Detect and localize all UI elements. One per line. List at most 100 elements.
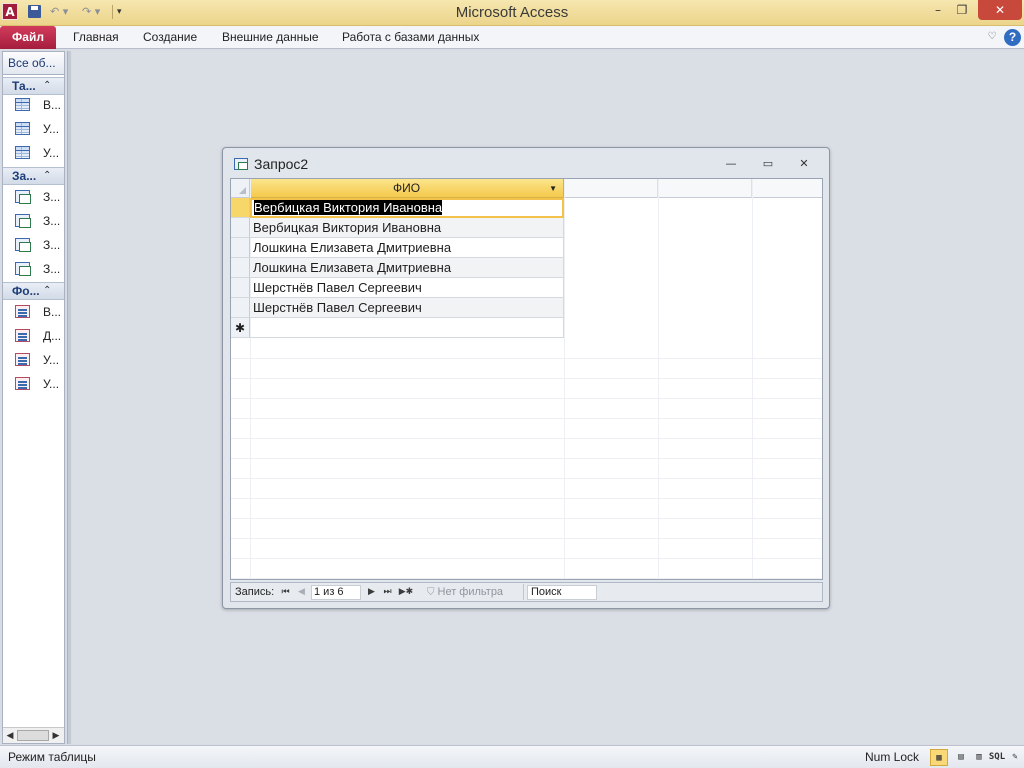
scroll-right-icon[interactable]: ▶ bbox=[51, 730, 61, 741]
tab-file[interactable]: Файл bbox=[0, 26, 56, 49]
nav-item-query[interactable]: З... bbox=[3, 258, 64, 280]
nav-item-table[interactable]: У... bbox=[3, 118, 64, 140]
nav-item-label: З... bbox=[43, 190, 61, 204]
nav-horizontal-scrollbar[interactable]: ◀ ▶ bbox=[3, 727, 64, 743]
nav-item-query[interactable]: З... bbox=[3, 186, 64, 208]
previous-record-icon[interactable]: ◀ bbox=[295, 585, 308, 599]
scroll-thumb[interactable] bbox=[17, 730, 49, 741]
separator bbox=[523, 584, 524, 600]
nav-item-form[interactable]: У... bbox=[3, 373, 64, 395]
new-record-icon[interactable]: ▶✱ bbox=[397, 585, 415, 599]
numlock-indicator: Num Lock bbox=[865, 750, 920, 764]
maximize-button[interactable]: ❐ bbox=[950, 0, 974, 20]
grid-line bbox=[231, 478, 822, 479]
nav-group-label: За... bbox=[12, 169, 37, 183]
empty-column-header bbox=[565, 179, 658, 198]
tab-external-data[interactable]: Внешние данные bbox=[222, 26, 319, 49]
nav-item-table[interactable]: В... bbox=[3, 94, 64, 116]
nav-item-query[interactable]: З... bbox=[3, 210, 64, 232]
filter-dropdown-icon[interactable]: ▼ bbox=[549, 179, 557, 198]
nav-group-tables[interactable]: Та... ⌃ bbox=[3, 77, 64, 95]
query-icon bbox=[15, 190, 31, 204]
design-view-icon[interactable]: ✎ bbox=[1006, 749, 1024, 766]
nav-pane-splitter[interactable] bbox=[67, 51, 71, 744]
table-row[interactable]: Вербицкая Виктория Ивановна bbox=[231, 218, 822, 238]
help-icon[interactable]: ? bbox=[1004, 29, 1021, 46]
row-selector[interactable] bbox=[231, 218, 250, 238]
first-record-icon[interactable]: ⏮ bbox=[279, 585, 292, 599]
column-header-label: ФИО bbox=[392, 181, 421, 195]
table-cell[interactable]: Лошкина Елизавета Дмитриевна bbox=[250, 258, 564, 278]
grid-line bbox=[231, 498, 822, 499]
nav-item-form[interactable]: Д... bbox=[3, 325, 64, 347]
restore-button[interactable]: ▭ bbox=[758, 157, 778, 171]
scroll-left-icon[interactable]: ◀ bbox=[5, 730, 15, 741]
tab-home[interactable]: Главная bbox=[73, 26, 119, 49]
view-mode-status: Режим таблицы bbox=[8, 750, 96, 764]
column-header-fio[interactable]: ФИО ▼ bbox=[250, 179, 564, 198]
table-row[interactable]: Вербицкая Виктория Ивановна bbox=[231, 198, 822, 218]
row-selector[interactable] bbox=[231, 258, 250, 278]
collapse-chevron-icon[interactable]: ⌃ bbox=[43, 168, 51, 184]
grid-line bbox=[231, 378, 822, 379]
cell-value: Вербицкая Виктория Ивановна bbox=[254, 200, 443, 215]
nav-item-label: В... bbox=[43, 305, 62, 319]
datasheet-view-icon[interactable]: ▦ bbox=[930, 749, 948, 766]
row-selector[interactable] bbox=[231, 198, 250, 218]
grid-line bbox=[231, 518, 822, 519]
row-selector[interactable] bbox=[231, 298, 250, 318]
collapse-chevron-icon[interactable]: ⌃ bbox=[43, 78, 51, 94]
table-cell[interactable]: Лошкина Елизавета Дмитриевна bbox=[250, 238, 564, 258]
table-cell[interactable]: Вербицкая Виктория Ивановна bbox=[250, 218, 564, 238]
select-all-corner[interactable] bbox=[231, 179, 250, 198]
current-record-field[interactable]: 1 из 6 bbox=[311, 585, 361, 600]
minimize-button[interactable]: — bbox=[721, 157, 741, 171]
filter-toggle[interactable]: ⛉ Нет фильтра bbox=[427, 585, 503, 600]
table-cell[interactable]: Шерстнёв Павел Сергеевич bbox=[250, 298, 564, 318]
nav-group-forms[interactable]: Фо... ⌃ bbox=[3, 282, 64, 300]
sql-view-icon[interactable]: SQL bbox=[988, 749, 1006, 766]
close-button[interactable]: ✕ bbox=[978, 0, 1022, 20]
tab-create[interactable]: Создание bbox=[143, 26, 197, 49]
query-icon bbox=[15, 262, 31, 276]
table-row[interactable]: Шерстнёв Павел Сергеевич bbox=[231, 278, 822, 298]
nav-item-table[interactable]: У... bbox=[3, 142, 64, 164]
nav-item-label: Д... bbox=[43, 329, 62, 343]
form-icon bbox=[15, 353, 30, 366]
search-input[interactable]: Поиск bbox=[527, 585, 597, 600]
next-record-icon[interactable]: ▶ bbox=[365, 585, 378, 599]
new-record-icon[interactable]: ✱ bbox=[231, 318, 250, 338]
nav-group-label: Фо... bbox=[12, 284, 40, 298]
table-cell[interactable]: Шерстнёв Павел Сергеевич bbox=[250, 278, 564, 298]
query-icon bbox=[15, 214, 31, 228]
new-record-cell[interactable] bbox=[250, 318, 564, 338]
pivot-table-view-icon[interactable]: ▤ bbox=[952, 749, 970, 766]
nav-pane-header[interactable]: Все об... bbox=[3, 52, 64, 75]
nav-item-query[interactable]: З... bbox=[3, 234, 64, 256]
grid-line bbox=[231, 558, 822, 559]
tab-database-tools[interactable]: Работа с базами данных bbox=[342, 26, 479, 49]
last-record-icon[interactable]: ⏭ bbox=[381, 585, 394, 599]
table-row[interactable]: Лошкина Елизавета Дмитриевна bbox=[231, 258, 822, 278]
record-navigation-bar: Запись: ⏮ ◀ 1 из 6 ▶ ⏭ ▶✱ ⛉ Нет фильтра П… bbox=[230, 582, 823, 602]
grid-line bbox=[231, 538, 822, 539]
grid-line bbox=[231, 418, 822, 419]
collapse-chevron-icon[interactable]: ⌃ bbox=[43, 283, 51, 299]
close-button[interactable]: ✕ bbox=[794, 157, 814, 171]
nav-item-label: З... bbox=[43, 262, 61, 276]
row-selector[interactable] bbox=[231, 278, 250, 298]
ribbon-minimize-icon[interactable]: ♡ bbox=[985, 29, 999, 45]
pivot-chart-view-icon[interactable]: ▥ bbox=[970, 749, 988, 766]
row-selector[interactable] bbox=[231, 238, 250, 258]
table-row[interactable]: Шерстнёв Павел Сергеевич bbox=[231, 298, 822, 318]
nav-item-form[interactable]: У... bbox=[3, 349, 64, 371]
minimize-button[interactable]: – bbox=[926, 0, 950, 20]
table-row[interactable]: Лошкина Елизавета Дмитриевна bbox=[231, 238, 822, 258]
nav-group-queries[interactable]: За... ⌃ bbox=[3, 167, 64, 185]
window-title: Microsoft Access bbox=[455, 4, 569, 21]
nav-item-form[interactable]: В... bbox=[3, 301, 64, 323]
query-window: Запрос2 — ▭ ✕ ФИО ▼ Вербицкая Виктория И… bbox=[222, 147, 830, 609]
new-record-row[interactable]: ✱ bbox=[231, 318, 822, 338]
table-cell[interactable]: Вербицкая Виктория Ивановна bbox=[250, 198, 564, 218]
empty-column-header bbox=[753, 179, 822, 198]
